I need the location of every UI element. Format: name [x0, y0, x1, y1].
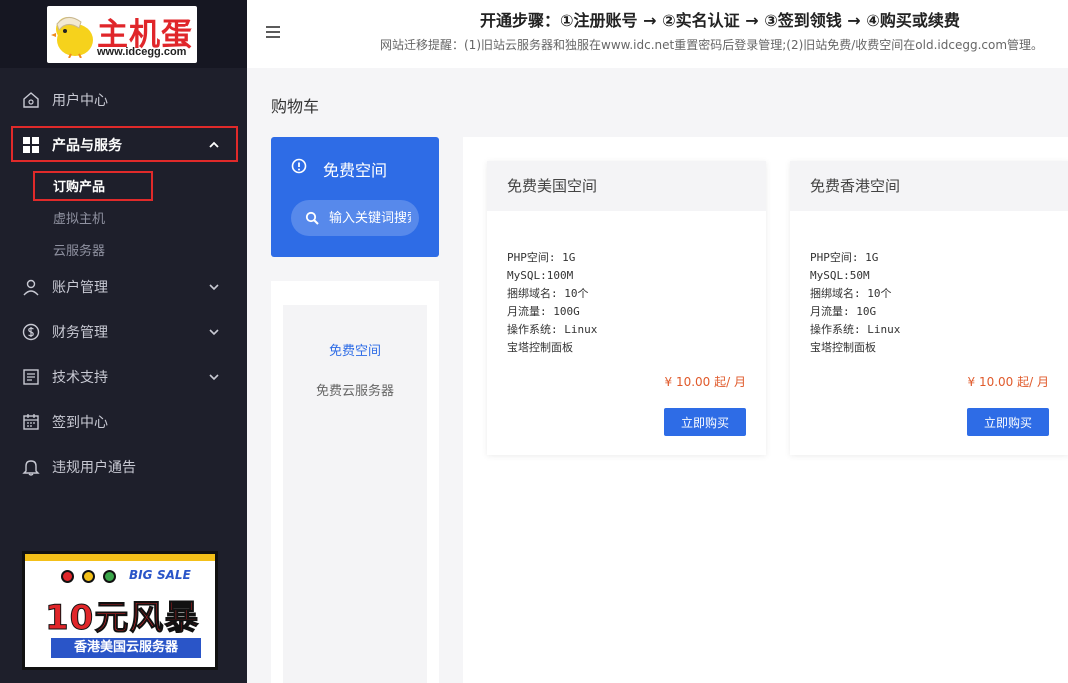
category-menu: 免费空间 免费云服务器 — [271, 281, 439, 683]
promo-title: 10元风暴 — [44, 598, 200, 639]
page-title: 购物车 — [271, 97, 320, 116]
signup-steps: 开通步骤：①注册账号 → ②实名认证 → ③签到领钱 → ④购买或续费 — [480, 11, 960, 30]
minimize-dot-icon — [82, 570, 95, 583]
promo-stripe — [25, 554, 215, 561]
dollar-icon — [22, 323, 40, 341]
product-specs: PHP空间: 1G MySQL:50M 捆绑域名: 10个 月流量: 10G 操… — [810, 249, 900, 357]
calendar-icon — [23, 414, 39, 430]
spec-line: MySQL:50M — [810, 269, 870, 282]
buy-now-button[interactable]: 立即购买 — [664, 408, 746, 436]
maximize-dot-icon — [103, 570, 116, 583]
promo-dots — [61, 570, 116, 583]
sidebar-item-label: 账户管理 — [52, 280, 108, 296]
sidebar-item-label: 用户中心 — [52, 93, 108, 109]
spec-line: PHP空间: 1G — [507, 251, 576, 264]
subitem-cloud-server[interactable]: 云服务器 — [53, 240, 105, 259]
brand-logo[interactable]: 主机蛋 www.idcegg.com — [47, 6, 197, 63]
menu-item-free-space[interactable]: 免费空间 — [283, 340, 427, 359]
spec-line: 捆绑域名: 10个 — [810, 287, 892, 300]
hamburger-menu-icon[interactable] — [266, 25, 280, 39]
chick-mascot-icon — [51, 17, 93, 58]
promo-subtitle: 香港美国云服务器 — [51, 638, 201, 658]
sidebar-item-products-services[interactable]: 产品与服务 — [0, 125, 247, 165]
sidebar-item-label: 技术支持 — [52, 370, 108, 386]
spec-line: PHP空间: 1G — [810, 251, 879, 264]
spec-line: 宝塔控制面板 — [810, 341, 876, 354]
menu-item-free-cloud-server[interactable]: 免费云服务器 — [283, 380, 427, 399]
product-name: 免费香港空间 — [810, 177, 901, 195]
promo-banner[interactable]: BIG SALE 10元风暴 香港美国云服务器 — [22, 551, 218, 670]
category-title: 免费空间 — [323, 161, 388, 180]
product-card: 免费香港空间 PHP空间: 1G MySQL:50M 捆绑域名: 10个 月流量… — [790, 161, 1068, 455]
search-box[interactable] — [291, 200, 419, 236]
sidebar-item-violation-notice[interactable]: 违规用户通告 — [0, 447, 247, 487]
product-price: ¥ 10.00 起/ 月 — [664, 375, 746, 389]
document-icon — [23, 369, 39, 385]
buy-now-button[interactable]: 立即购买 — [967, 408, 1049, 436]
sidebar: 主机蛋 www.idcegg.com 用户中心 产品与服务 订购产品 虚拟主机 … — [0, 0, 247, 683]
product-header: 免费香港空间 — [790, 161, 1068, 211]
migration-notice: 网站迁移提醒：(1)旧站云服务器和独服在www.idc.net重置密码后登录管理… — [380, 38, 1044, 52]
subitem-virtual-host[interactable]: 虚拟主机 — [53, 208, 105, 227]
product-specs: PHP空间: 1G MySQL:100M 捆绑域名: 10个 月流量: 100G… — [507, 249, 597, 357]
promo-sale: SALE — [157, 568, 191, 582]
product-list: 免费美国空间 PHP空间: 1G MySQL:100M 捆绑域名: 10个 月流… — [463, 137, 1068, 683]
category-card: 免费空间 — [271, 137, 439, 257]
alert-circle-icon — [291, 158, 307, 174]
brand-url: www.idcegg.com — [97, 46, 187, 58]
spec-line: 操作系统: Linux — [810, 323, 901, 336]
spec-line: 月流量: 10G — [810, 305, 877, 318]
search-icon — [305, 211, 319, 225]
grid-icon — [23, 137, 39, 153]
sidebar-item-checkin[interactable]: 签到中心 — [0, 402, 247, 442]
promo-big: BIG — [129, 568, 153, 582]
spec-line: 月流量: 100G — [507, 305, 580, 318]
bell-icon — [22, 460, 40, 476]
sidebar-item-account[interactable]: 账户管理 — [0, 267, 247, 307]
spec-line: 操作系统: Linux — [507, 323, 598, 336]
sidebar-item-label: 签到中心 — [52, 415, 108, 431]
chevron-down-icon — [209, 329, 219, 336]
chevron-down-icon — [209, 374, 219, 381]
chevron-down-icon — [209, 284, 219, 291]
spec-line: 宝塔控制面板 — [507, 341, 573, 354]
topbar: 开通步骤：①注册账号 → ②实名认证 → ③签到领钱 → ④购买或续费 网站迁移… — [247, 0, 1068, 68]
user-icon — [23, 279, 39, 296]
chevron-up-icon — [209, 141, 219, 148]
spec-line: MySQL:100M — [507, 269, 574, 282]
search-input[interactable] — [329, 200, 411, 236]
sidebar-item-label: 财务管理 — [52, 325, 108, 341]
subitem-order-products[interactable]: 订购产品 — [53, 176, 105, 195]
product-name: 免费美国空间 — [507, 177, 598, 195]
sidebar-item-support[interactable]: 技术支持 — [0, 357, 247, 397]
home-icon — [23, 92, 39, 108]
sidebar-item-user-center[interactable]: 用户中心 — [0, 80, 247, 120]
product-header: 免费美国空间 — [487, 161, 766, 211]
product-price: ¥ 10.00 起/ 月 — [967, 375, 1049, 389]
close-dot-icon — [61, 570, 74, 583]
spec-line: 捆绑域名: 10个 — [507, 287, 589, 300]
sidebar-item-label: 产品与服务 — [52, 138, 122, 154]
sidebar-item-finance[interactable]: 财务管理 — [0, 312, 247, 352]
product-card: 免费美国空间 PHP空间: 1G MySQL:100M 捆绑域名: 10个 月流… — [487, 161, 766, 455]
sidebar-item-label: 违规用户通告 — [52, 460, 136, 476]
category-menu-list: 免费空间 免费云服务器 — [283, 305, 427, 683]
logo-area: 主机蛋 www.idcegg.com — [0, 0, 247, 68]
